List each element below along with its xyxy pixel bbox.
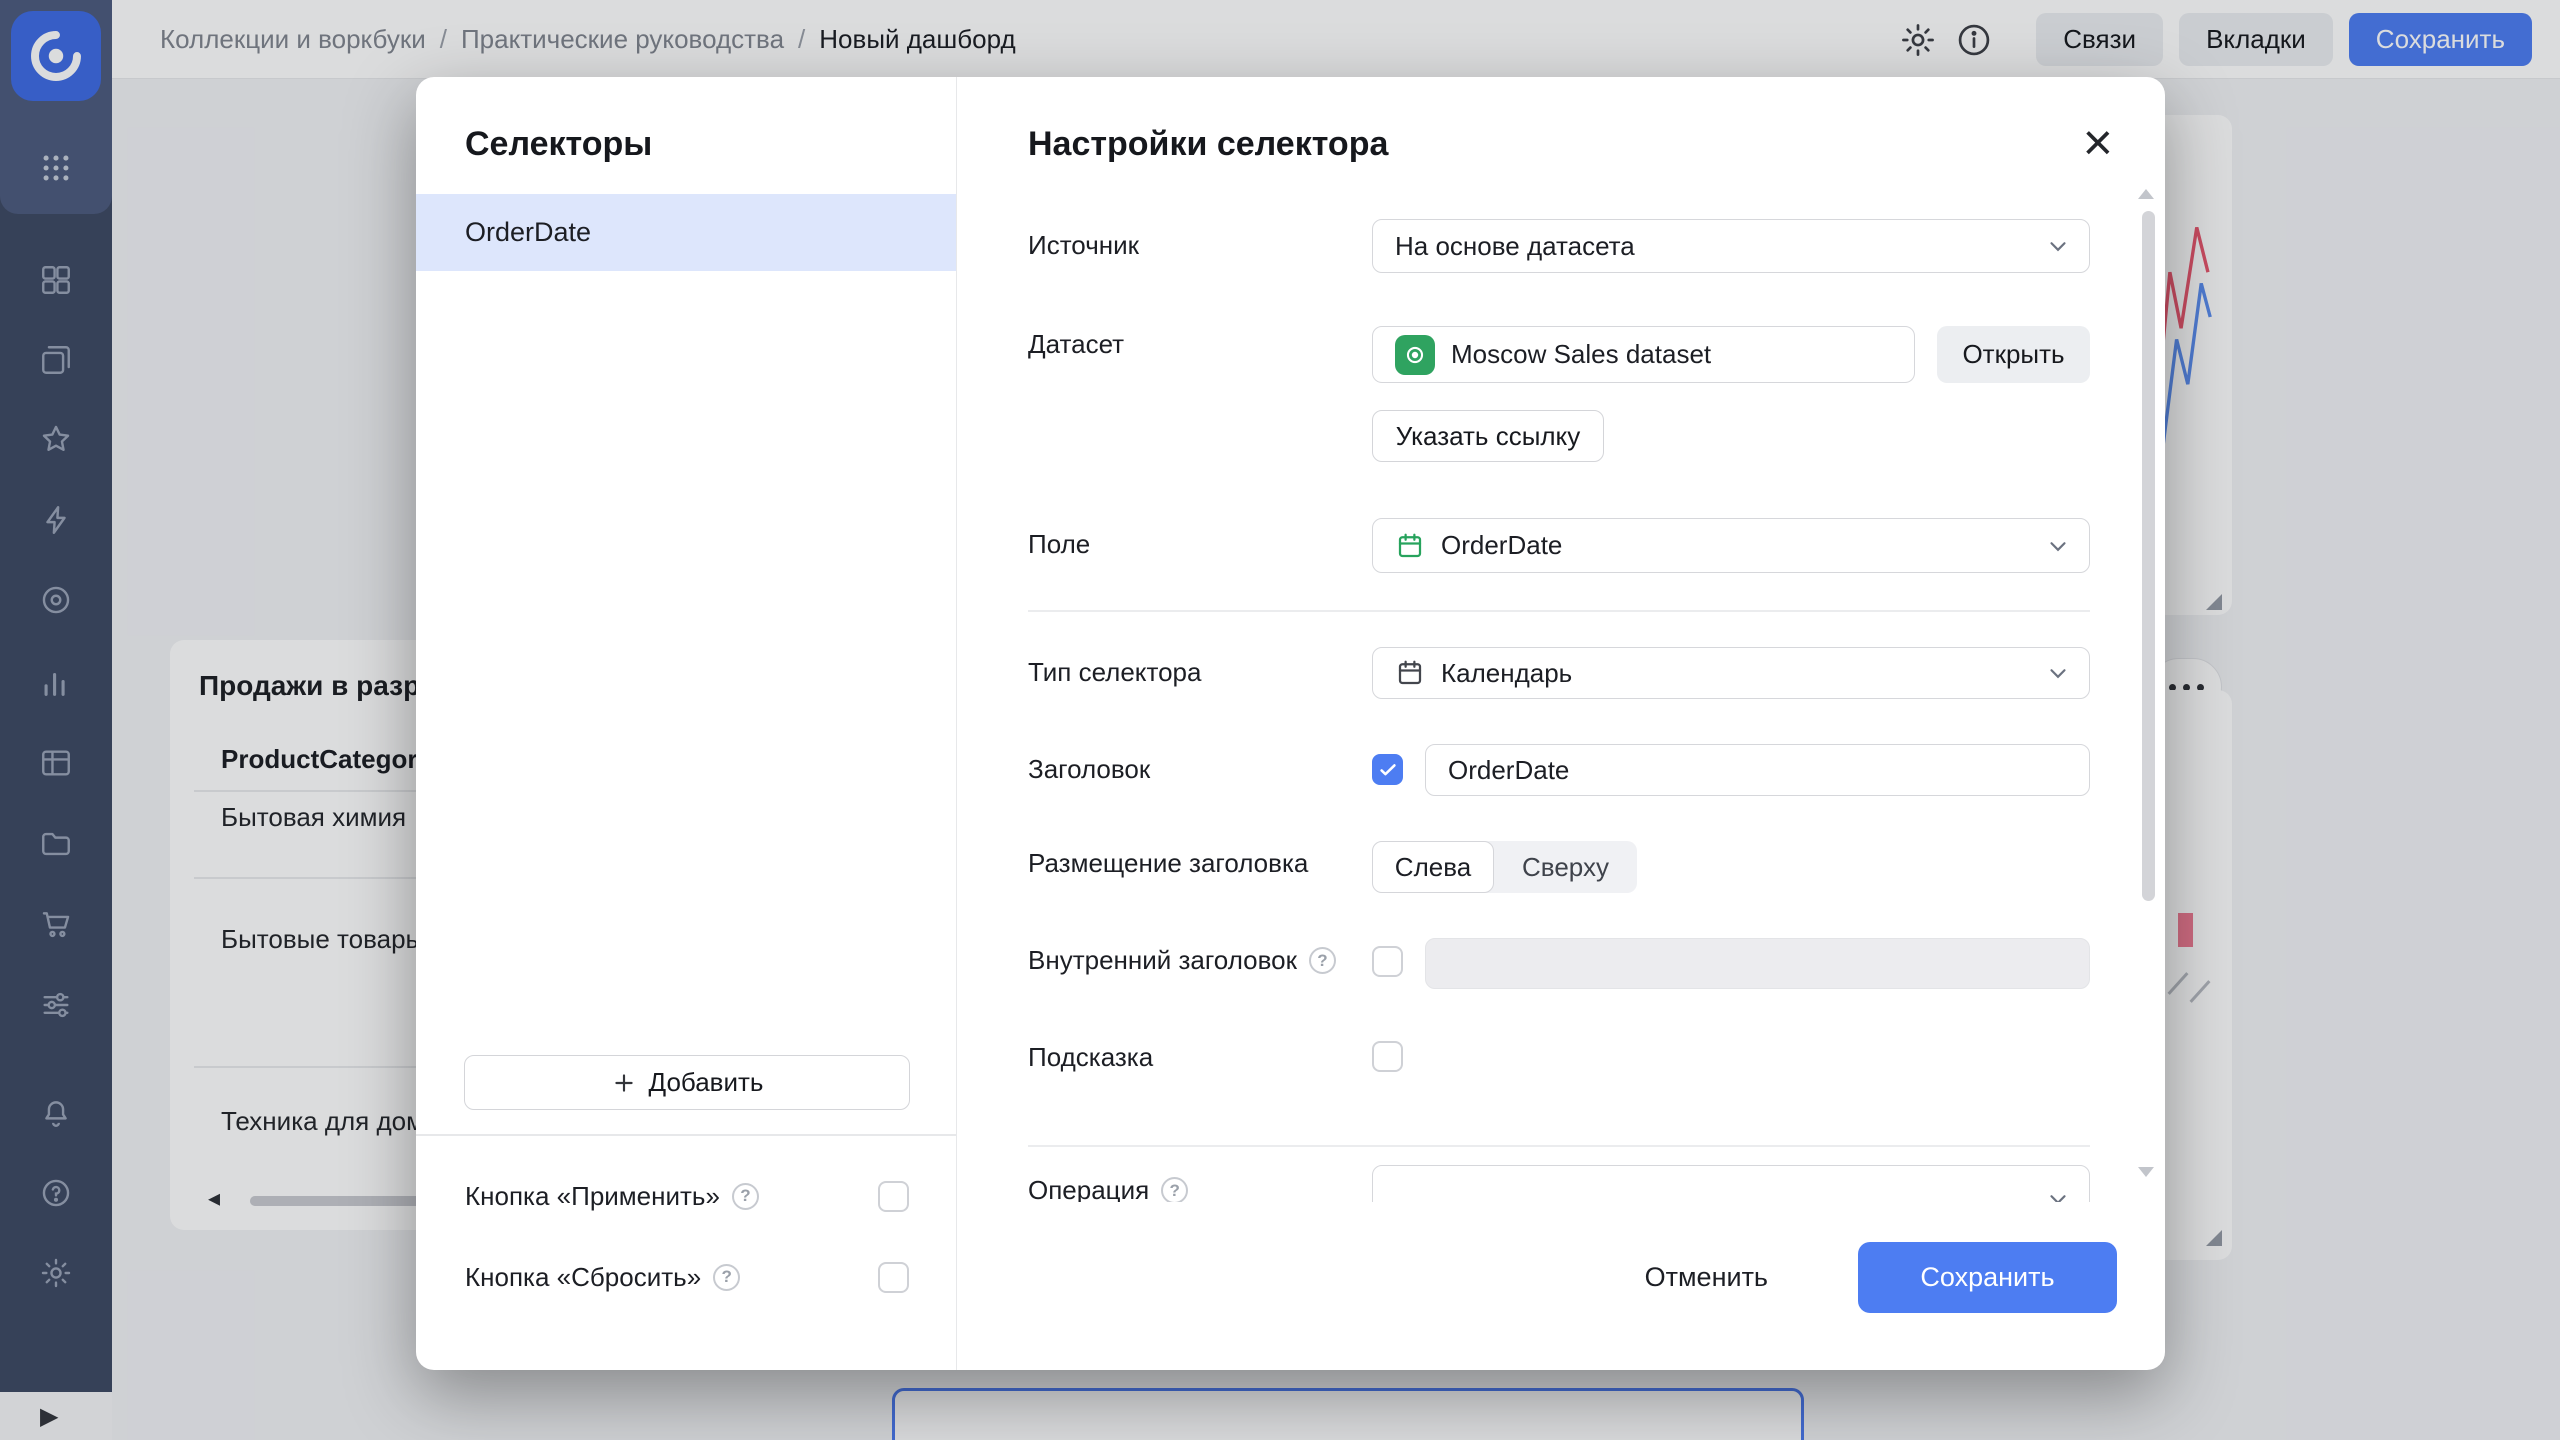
apply-button-checkbox[interactable] [878, 1181, 909, 1212]
open-dataset-button[interactable]: Открыть [1937, 326, 2090, 383]
source-value: На основе датасета [1395, 231, 1635, 262]
chevron-down-icon [2045, 233, 2071, 259]
inner-title-label-text: Внутренний заголовок [1028, 945, 1297, 976]
operation-label-text: Операция [1028, 1175, 1149, 1202]
source-label: Источник [1028, 230, 1139, 261]
selectors-list-panel: Селекторы OrderDate Добавить Кнопка «При… [416, 77, 957, 1370]
dialog-footer: Отменить Сохранить [957, 1242, 2165, 1313]
calendar-icon [1395, 658, 1425, 688]
field-select[interactable]: OrderDate [1372, 518, 2090, 573]
scroll-down-icon[interactable] [2138, 1167, 2154, 1177]
form-divider [1028, 1145, 2090, 1147]
selectors-panel-title: Селекторы [465, 125, 652, 164]
placement-option-left[interactable]: Слева [1372, 841, 1494, 893]
scroll-up-icon[interactable] [2138, 189, 2154, 199]
dataset-name: Moscow Sales dataset [1451, 339, 1711, 370]
settings-form-scroll-area: Источник На основе датасета Датасет M [957, 197, 2165, 1202]
operation-label: Операция ? [1028, 1175, 1188, 1202]
selector-type-select[interactable]: Календарь [1372, 647, 2090, 699]
screen: ▶ Коллекции и воркбуки / Практические ру… [0, 0, 2560, 1440]
title-label: Заголовок [1028, 754, 1150, 785]
reset-button-checkbox[interactable] [878, 1262, 909, 1293]
chevron-down-icon [2045, 1186, 2071, 1202]
help-question-icon[interactable]: ? [732, 1183, 759, 1210]
placement-option-top[interactable]: Сверху [1494, 841, 1637, 893]
reset-button-row-label: Кнопка «Сбросить» [465, 1262, 701, 1293]
selector-settings-dialog: Селекторы OrderDate Добавить Кнопка «При… [416, 77, 2165, 1370]
inner-title-label: Внутренний заголовок ? [1028, 945, 1336, 976]
field-value: OrderDate [1441, 530, 1562, 561]
add-selector-button[interactable]: Добавить [464, 1055, 910, 1110]
chevron-down-icon [2045, 533, 2071, 559]
placement-label: Размещение заголовка [1028, 848, 1308, 879]
apply-button-row-label: Кнопка «Применить» [465, 1181, 720, 1212]
help-question-icon[interactable]: ? [1309, 947, 1336, 974]
checkmark-icon [1377, 759, 1399, 781]
plus-icon [611, 1070, 637, 1096]
hint-label: Подсказка [1028, 1042, 1153, 1073]
reset-button-row: Кнопка «Сбросить» ? [465, 1255, 909, 1299]
title-checkbox[interactable] [1372, 754, 1403, 785]
panel-divider [416, 1134, 956, 1136]
date-field-calendar-icon [1395, 531, 1425, 561]
selector-type-value: Календарь [1441, 658, 1572, 689]
inner-title-input-disabled [1425, 938, 2090, 989]
selector-item-label: OrderDate [465, 217, 591, 248]
dataset-label: Датасет [1028, 329, 1124, 360]
dataset-field[interactable]: Moscow Sales dataset [1372, 326, 1915, 383]
hint-checkbox[interactable] [1372, 1041, 1403, 1072]
selector-list-item-orderdate[interactable]: OrderDate [416, 194, 956, 271]
source-select[interactable]: На основе датасета [1372, 219, 2090, 273]
operation-select[interactable] [1372, 1165, 2090, 1202]
placement-segmented-control: Слева Сверху [1372, 841, 1637, 893]
selector-type-label: Тип селектора [1028, 657, 1201, 688]
save-selector-button[interactable]: Сохранить [1858, 1242, 2117, 1313]
scrollbar-thumb[interactable] [2142, 211, 2155, 901]
help-question-icon[interactable]: ? [713, 1264, 740, 1291]
dataset-icon [1395, 335, 1435, 375]
chevron-down-icon [2045, 660, 2071, 686]
form-divider [1028, 610, 2090, 612]
apply-button-row: Кнопка «Применить» ? [465, 1174, 909, 1218]
add-selector-label: Добавить [649, 1067, 764, 1098]
settings-panel-title: Настройки селектора [1028, 125, 1388, 164]
cancel-button[interactable]: Отменить [1639, 1261, 1774, 1294]
help-question-icon[interactable]: ? [1161, 1177, 1188, 1202]
close-icon[interactable]: × [2083, 117, 2113, 169]
field-label: Поле [1028, 529, 1090, 560]
inner-title-checkbox[interactable] [1372, 946, 1403, 977]
selector-settings-panel: Настройки селектора × Источник На основе… [957, 77, 2165, 1370]
title-input[interactable] [1425, 744, 2090, 796]
specify-link-button[interactable]: Указать ссылку [1372, 410, 1604, 462]
